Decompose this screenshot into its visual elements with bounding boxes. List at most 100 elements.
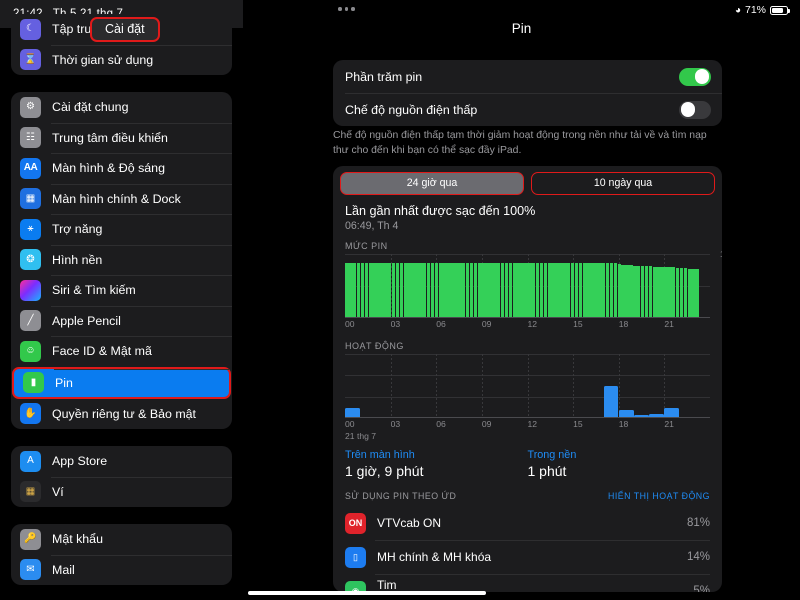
x-tick: 06	[436, 419, 446, 429]
y-tick: 100%	[720, 249, 722, 259]
sidebar-scroll-area[interactable]: ☾ Tập trung ⌛ Thời gian sử dụng ⚙ Cài đặ…	[0, 14, 243, 600]
activity-x-axis: 00 03 06 09 12 15 18 21	[345, 419, 710, 432]
sidebar-item-label: Trợ năng	[52, 222, 103, 237]
sidebar-item-privacy-security[interactable]: ✋ Quyền riêng tư & Bảo mật	[11, 399, 232, 430]
x-tick: 03	[390, 319, 401, 329]
battery-level-bars	[345, 254, 710, 317]
sidebar-item-home-screen-dock[interactable]: ▦ Màn hình chính & Dock	[11, 183, 232, 215]
status-right-cluster: ◕ 71%	[734, 4, 790, 16]
focus-icon: ☾	[20, 18, 41, 40]
low-power-mode-toggle[interactable]	[679, 100, 711, 119]
x-tick: 21	[664, 319, 674, 329]
display-brightness-icon: AA	[20, 157, 41, 179]
sidebar-item-label: Cài đặt chung	[52, 100, 129, 115]
time-range-segmented-control[interactable]: 24 giờ qua 10 ngày qua	[333, 166, 722, 197]
sidebar-group-2: ⚙ Cài đặt chung ☷ Trung tâm điều khiển A…	[11, 92, 232, 429]
chart-bar	[603, 385, 619, 417]
chart-bar	[649, 414, 665, 417]
activity-y-axis: 60ph 30ph 0ph	[710, 354, 722, 418]
app-store-icon: A	[20, 450, 41, 472]
usage-value: 1 giờ, 9 phút	[345, 463, 424, 479]
pencil-icon: ╱	[20, 310, 41, 332]
activity-chart: 60ph 30ph 0ph	[345, 354, 710, 418]
activity-chart-title: HOẠT ĐỘNG	[345, 341, 404, 351]
chart-bar	[695, 269, 699, 317]
row-low-power-mode[interactable]: Chế độ nguồn điện thấp	[333, 93, 722, 126]
chart-bar	[345, 407, 360, 417]
sidebar-item-label: Pin	[55, 375, 73, 390]
sidebar-item-accessibility[interactable]: ⚹ Trợ năng	[11, 214, 232, 245]
x-tick: 18	[618, 419, 629, 429]
section-title: SỬ DỤNG PIN THEO ỨD	[345, 491, 457, 501]
sidebar-item-display-brightness[interactable]: AA Màn hình & Độ sáng	[11, 153, 232, 184]
x-tick: 21	[664, 419, 674, 429]
x-tick: 06	[436, 319, 446, 329]
sidebar-item-passwords[interactable]: 🔑 Mật khẩu	[11, 524, 232, 555]
app-battery-list: ON VTVcab ON 81% ▯ MH chính & MH khóa 14…	[333, 506, 722, 592]
row-battery-percentage[interactable]: Phần trăm pin	[333, 60, 722, 93]
segment-last-10-days[interactable]: 10 ngày qua	[531, 172, 715, 195]
last-charge-block: Lần gần nhất được sạc đến 100% 06:49, Th…	[333, 197, 722, 232]
show-activity-link[interactable]: HIỂN THỊ HOẠT ĐỘNG	[608, 491, 710, 501]
sidebar-item-label: Siri & Tìm kiếm	[52, 283, 136, 298]
multitasking-dots-icon[interactable]	[338, 7, 355, 11]
sidebar-item-label: Apple Pencil	[52, 313, 121, 328]
usage-value: 1 phút	[527, 463, 567, 479]
settings-app-badge: Cài đặt	[90, 17, 160, 42]
last-charge-title: Lần gần nhất được sạc đến 100%	[345, 204, 536, 218]
sidebar-item-mail[interactable]: ✉ Mail	[11, 554, 232, 586]
x-tick: 15	[573, 419, 583, 429]
x-tick: 09	[481, 319, 492, 329]
battery-percent-label: 71%	[744, 4, 766, 16]
sidebar-item-label: Trung tâm điều khiển	[52, 130, 168, 145]
battery-level-y-axis: 100% 50% 0%	[710, 249, 722, 318]
app-percent: 81%	[686, 517, 710, 529]
app-percent: 5%	[693, 585, 710, 592]
face-id-icon: ☺	[20, 340, 41, 362]
activity-chart-date: 21 thg 7	[345, 431, 377, 441]
sidebar-item-screen-time[interactable]: ⌛ Thời gian sử dụng	[11, 44, 232, 76]
battery-percentage-toggle[interactable]	[679, 67, 711, 86]
sidebar-item-label: Hình nền	[52, 252, 103, 267]
battery-level-chart: 100% 50% 0%	[345, 249, 722, 318]
key-icon: 🔑	[20, 528, 41, 550]
sidebar-item-wallet[interactable]: ▦ Ví	[11, 476, 232, 508]
sidebar-item-label: Màn hình chính & Dock	[52, 191, 181, 206]
usage-summary: Trên màn hình 1 giờ, 9 phút Trong nền 1 …	[333, 441, 722, 479]
low-power-mode-footnote: Chế độ nguồn điện thấp tạm thời giảm hoạ…	[333, 130, 707, 157]
home-screen-dock-icon: ▦	[20, 188, 41, 210]
app-row-tim[interactable]: ◉ Tim Hoạt động nền 5%	[333, 574, 722, 592]
app-name: Tim	[377, 578, 397, 592]
sidebar-item-label: Quyền riêng tư & Bảo mật	[52, 406, 196, 421]
battery-level-icon	[770, 5, 790, 15]
sidebar-item-face-id[interactable]: ☺ Face ID & Mật mã	[11, 336, 232, 367]
x-tick: 00	[345, 419, 355, 429]
app-row-vtvcab-on[interactable]: ON VTVcab ON 81%	[333, 506, 722, 540]
accessibility-icon: ⚹	[20, 218, 41, 240]
activity-bars	[345, 354, 710, 417]
x-tick: 00	[345, 319, 355, 329]
wallet-icon: ▦	[20, 481, 41, 503]
wifi-icon: ◕	[734, 4, 741, 16]
x-tick: 12	[527, 319, 538, 329]
x-tick: 15	[573, 319, 583, 329]
sidebar-item-label: Thời gian sử dụng	[52, 52, 154, 67]
x-tick: 18	[618, 319, 629, 329]
x-tick: 03	[390, 419, 401, 429]
sidebar-item-app-store[interactable]: A App Store	[11, 446, 232, 477]
sidebar-item-label: Mật khẩu	[52, 532, 103, 547]
app-row-home-lock-screen[interactable]: ▯ MH chính & MH khóa 14%	[333, 540, 722, 574]
sidebar-group-3: A App Store ▦ Ví	[11, 446, 232, 507]
sidebar-item-label: Mail	[52, 562, 75, 577]
segment-last-24-hours[interactable]: 24 giờ qua	[340, 172, 524, 195]
sidebar-item-battery[interactable]: ▮ Pin	[12, 366, 231, 399]
sidebar-item-siri-search[interactable]: Siri & Tìm kiếm	[11, 275, 232, 306]
sidebar-item-general[interactable]: ⚙ Cài đặt chung	[11, 92, 232, 123]
battery-by-app-header: SỬ DỤNG PIN THEO ỨD HIỂN THỊ HOẠT ĐỘNG	[333, 479, 722, 506]
home-indicator	[248, 591, 486, 595]
sidebar-item-wallpaper[interactable]: ❂ Hình nền	[11, 244, 232, 276]
sidebar-item-control-center[interactable]: ☷ Trung tâm điều khiển	[11, 122, 232, 154]
sidebar-item-apple-pencil[interactable]: ╱ Apple Pencil	[11, 305, 232, 337]
vtvcab-on-icon: ON	[345, 512, 366, 534]
privacy-hand-icon: ✋	[20, 403, 41, 425]
